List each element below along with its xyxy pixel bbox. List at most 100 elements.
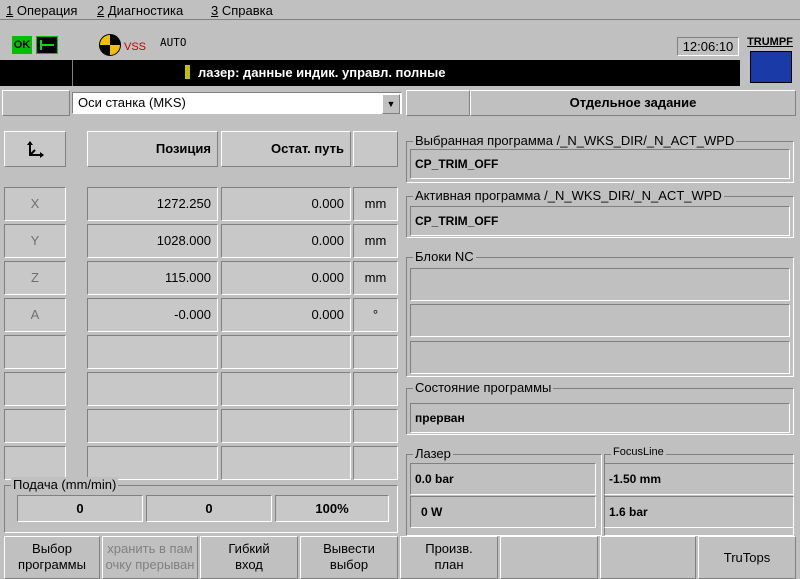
vss-icon (99, 34, 121, 56)
unit-header (353, 131, 398, 167)
empty-table-cell (353, 372, 398, 406)
menu-key-help: 3 (211, 3, 219, 18)
brand-block: TRUMPF (742, 36, 798, 86)
menu-item-operation[interactable]: 1 Операция (6, 3, 77, 18)
nc-block-line-2 (410, 304, 790, 337)
task-left-cell (406, 90, 470, 116)
alarm-channel-cell (0, 60, 73, 86)
axis-position: 115.000 (87, 261, 218, 295)
softkey-4[interactable]: Вывести выбор (300, 536, 398, 579)
softkey-6[interactable] (500, 536, 598, 579)
empty-table-cell (87, 372, 218, 406)
vss-label: VSS (124, 41, 147, 53)
laser-pressure: 0.0 bar (410, 463, 596, 495)
remaining-header: Остат. путь (221, 131, 351, 167)
axes-selector-value: Оси станка (MKS) (78, 95, 186, 110)
axis-name: Y (4, 224, 66, 258)
feed-value-2: 0 (146, 495, 272, 522)
alarm-bar: лазер: данные индик. управл. полные (0, 60, 740, 86)
axis-remaining: 0.000 (221, 224, 351, 258)
axis-unit: ° (353, 298, 398, 332)
axis-remaining: 0.000 (221, 261, 351, 295)
softkey-label-line1: Гибкий (228, 541, 270, 556)
axis-unit: mm (353, 224, 398, 258)
menu-item-help[interactable]: 3 Справка (211, 3, 273, 18)
active-program-field: CP_TRIM_OFF (410, 206, 790, 236)
coord-system-icon[interactable] (4, 131, 66, 167)
menu-label-diagnostics: Диагностика (107, 3, 184, 18)
chevron-down-icon[interactable]: ▼ (382, 94, 400, 114)
channel-cell (2, 90, 70, 116)
empty-table-cell (4, 335, 66, 369)
empty-table-cell (221, 409, 351, 443)
softkey-label-line1: Произв. (425, 541, 473, 556)
softkey-7[interactable] (600, 536, 696, 579)
softkey-1[interactable]: Выбор программы (4, 536, 100, 579)
menu-key-operation: 1 (6, 3, 14, 18)
nc-blocks-title: Блоки NC (413, 249, 476, 264)
softkey-label-line2: вход (235, 557, 263, 572)
softkey-label-line2: выбор (329, 557, 369, 572)
selected-program-field: CP_TRIM_OFF (410, 149, 790, 179)
position-header: Позиция (87, 131, 218, 167)
softkey-5[interactable]: Произв. план (400, 536, 498, 579)
softkey-8[interactable]: TruTops (698, 536, 796, 579)
ok-indicator: OK (12, 36, 32, 54)
softkey-label-line2: очку прерыван (105, 557, 195, 572)
program-state-field: прерван (410, 403, 790, 433)
axis-name: A (4, 298, 66, 332)
task-title: Отдельное задание (470, 90, 796, 116)
empty-table-cell (4, 409, 66, 443)
brand-logo (750, 51, 792, 83)
selected-program-title: Выбранная программа /_N_WKS_DIR/_N_ACT_W… (413, 133, 737, 148)
menu-label-help: Справка (221, 3, 273, 18)
empty-table-cell (87, 335, 218, 369)
nc-block-line-3 (410, 341, 790, 374)
softkey-label-line1: TruTops (723, 550, 771, 565)
clock: 12:06:10 (677, 37, 739, 56)
nc-block-line-1 (410, 268, 790, 301)
empty-table-cell (221, 446, 351, 480)
empty-table-cell (353, 335, 398, 369)
mode-label: AUTO (160, 36, 187, 49)
softkey-label-line1: Выбор (32, 541, 72, 556)
feed-override: 100% (275, 495, 389, 522)
program-cycle-icon (36, 36, 58, 54)
laser-title: Лазер (413, 446, 453, 461)
softkey-label-line1: Вывести (323, 541, 375, 556)
laser-power: 0 W (410, 496, 596, 528)
axis-name: X (4, 187, 66, 221)
softkey-3[interactable]: Гибкий вход (200, 536, 298, 579)
feed-title: Подача (mm/min) (11, 477, 119, 492)
brand-name: TRUMPF (747, 36, 793, 48)
softkey-2[interactable]: хранить в пам очку прерыван (102, 536, 198, 579)
menu-key-diagnostics: 2 (97, 3, 105, 18)
active-program-title: Активная программа /_N_WKS_DIR/_N_ACT_WP… (413, 188, 724, 203)
axis-position: -0.000 (87, 298, 218, 332)
empty-table-cell (221, 372, 351, 406)
empty-table-cell (353, 409, 398, 443)
axis-unit: mm (353, 187, 398, 221)
axis-position: 1028.000 (87, 224, 218, 258)
feed-value-1: 0 (17, 495, 143, 522)
focusline-title: FocusLine (611, 446, 666, 458)
empty-table-cell (353, 446, 398, 480)
axis-remaining: 0.000 (221, 298, 351, 332)
axes-selector[interactable]: Оси станка (MKS) ▼ (72, 92, 402, 114)
empty-table-cell (221, 335, 351, 369)
alarm-message: лазер: данные индик. управл. полные (184, 65, 446, 80)
axis-position: 1272.250 (87, 187, 218, 221)
empty-table-cell (4, 446, 66, 480)
axis-unit: mm (353, 261, 398, 295)
empty-table-cell (87, 409, 218, 443)
axis-remaining: 0.000 (221, 187, 351, 221)
focusline-pressure: 1.6 bar (604, 496, 794, 528)
menu-label-operation: Операция (16, 3, 78, 18)
focusline-position: -1.50 mm (604, 463, 794, 495)
empty-table-cell (87, 446, 218, 480)
softkey-label-line2: план (434, 557, 464, 572)
softkey-label-line1: хранить в пам (107, 541, 193, 556)
softkey-label-line2: программы (18, 557, 86, 572)
menu-bar: 1 Операция 2 Диагностика 3 Справка (0, 0, 800, 20)
menu-item-diagnostics[interactable]: 2 Диагностика (97, 3, 183, 18)
